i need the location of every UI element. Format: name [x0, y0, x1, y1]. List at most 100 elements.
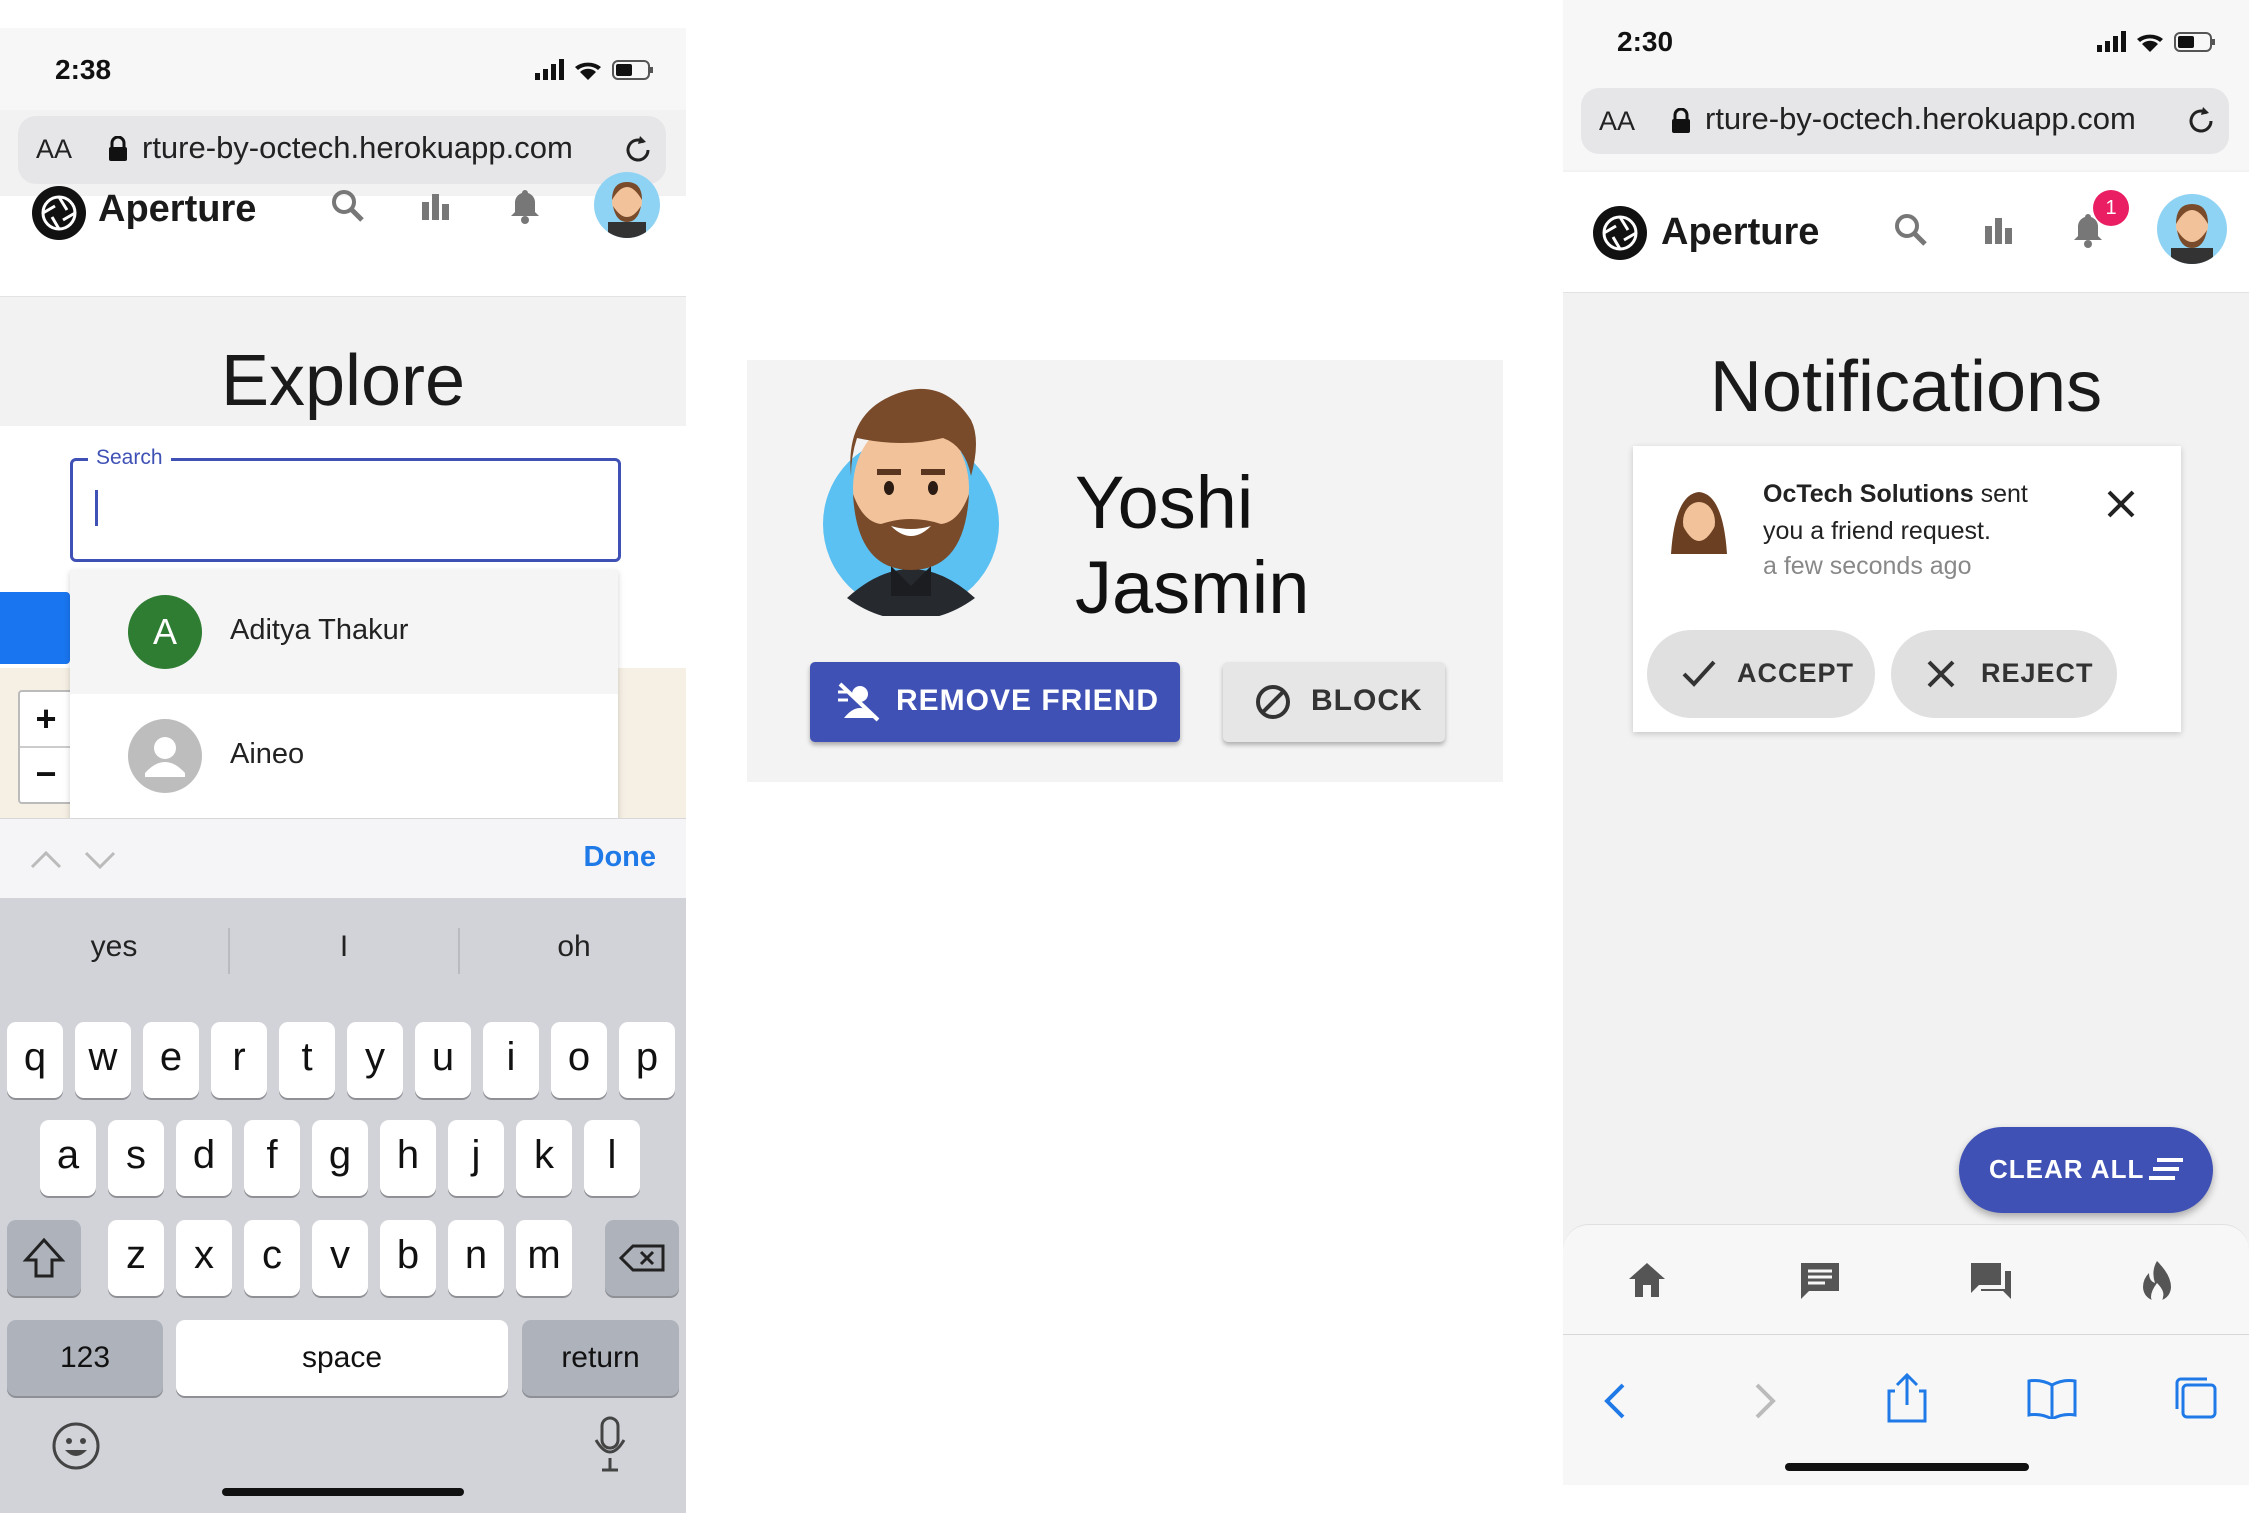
key-j[interactable]: j	[448, 1120, 504, 1196]
map-zoom-out-button[interactable]: −	[20, 748, 72, 802]
accept-button[interactable]: ACCEPT	[1647, 630, 1875, 718]
key-u[interactable]: u	[415, 1022, 471, 1098]
notification-message-part1: sent	[1973, 480, 2028, 508]
microphone-icon[interactable]	[590, 1414, 630, 1474]
block-button[interactable]: BLOCK	[1223, 662, 1445, 742]
stats-icon[interactable]	[420, 190, 452, 222]
status-indicators-icon	[2097, 31, 2215, 52]
key-n[interactable]: n	[448, 1220, 504, 1296]
notification-badge: 1	[2093, 190, 2129, 226]
keyboard: yes I oh q w e r t y u i o p a s d f g h…	[0, 898, 686, 1513]
key-f[interactable]: f	[244, 1120, 300, 1196]
reject-button[interactable]: REJECT	[1891, 630, 2117, 718]
suggestion-item-aditya[interactable]: A Aditya Thakur	[70, 570, 618, 694]
message-icon[interactable]	[1799, 1261, 1841, 1301]
keyboard-toolbar: Done	[0, 818, 686, 899]
user-avatar[interactable]	[594, 172, 660, 238]
bookmarks-icon[interactable]	[2027, 1377, 2077, 1419]
key-p[interactable]: p	[619, 1022, 675, 1098]
text-caret	[95, 490, 98, 526]
numbers-key[interactable]: 123	[7, 1320, 163, 1396]
user-avatar[interactable]	[2157, 194, 2227, 264]
reload-icon[interactable]	[2185, 105, 2217, 137]
reader-mode-button[interactable]: AA	[1599, 106, 1635, 137]
key-w[interactable]: w	[75, 1022, 131, 1098]
map-zoom-controls: + −	[18, 690, 74, 804]
key-i[interactable]: i	[483, 1022, 539, 1098]
home-icon[interactable]	[1627, 1261, 1667, 1299]
profile-avatar	[791, 376, 1031, 616]
notification-card: OcTech Solutions sent you a friend reque…	[1633, 446, 2181, 732]
home-indicator	[1785, 1463, 2029, 1471]
search-icon[interactable]	[330, 188, 366, 224]
done-button[interactable]: Done	[584, 841, 657, 874]
share-icon[interactable]	[1887, 1371, 1927, 1423]
tabs-icon[interactable]	[2173, 1375, 2219, 1421]
suggestion-item-aineo[interactable]: Aineo	[70, 694, 618, 818]
key-l[interactable]: l	[584, 1120, 640, 1196]
aperture-logo-icon	[32, 186, 86, 240]
remove-friend-icon	[838, 682, 880, 722]
key-v[interactable]: v	[312, 1220, 368, 1296]
accept-label: ACCEPT	[1737, 658, 1855, 688]
page-title: Notifications	[1709, 347, 2103, 427]
keyboard-suggestion[interactable]: I	[230, 930, 458, 964]
lock-icon	[109, 136, 127, 161]
status-time: 2:30	[1617, 26, 1674, 57]
shift-key[interactable]	[7, 1220, 81, 1296]
shift-icon	[22, 1237, 66, 1278]
search-icon[interactable]	[1893, 212, 1929, 248]
reload-icon[interactable]	[622, 134, 654, 166]
url-bar[interactable]: AA rture-by-octech.herokuapp.com	[18, 116, 666, 184]
notification-message-part2: you a friend request.	[1763, 517, 1991, 545]
search-suggestions: A Aditya Thakur Aineo	[70, 570, 618, 826]
key-e[interactable]: e	[143, 1022, 199, 1098]
return-key[interactable]: return	[522, 1320, 679, 1396]
browser-chrome: 2:30 AA rture-by-octech.herokuapp.com	[1563, 0, 2249, 170]
status-indicators-icon	[535, 59, 653, 80]
forward-icon[interactable]	[1753, 1381, 1777, 1421]
search-input[interactable]	[70, 458, 621, 562]
key-x[interactable]: x	[176, 1220, 232, 1296]
key-k[interactable]: k	[516, 1120, 572, 1196]
key-m[interactable]: m	[516, 1220, 572, 1296]
key-s[interactable]: s	[108, 1120, 164, 1196]
explore-action-button[interactable]	[0, 592, 70, 664]
back-icon[interactable]	[1603, 1381, 1627, 1421]
keyboard-suggestion[interactable]: yes	[0, 930, 228, 964]
key-a[interactable]: a	[40, 1120, 96, 1196]
key-z[interactable]: z	[108, 1220, 164, 1296]
delete-key[interactable]	[605, 1220, 679, 1296]
key-c[interactable]: c	[244, 1220, 300, 1296]
key-r[interactable]: r	[211, 1022, 267, 1098]
notification-sender: OcTech Solutions	[1763, 480, 1974, 508]
fire-icon[interactable]	[2139, 1259, 2175, 1303]
close-icon[interactable]	[2105, 488, 2137, 520]
key-t[interactable]: t	[279, 1022, 335, 1098]
key-g[interactable]: g	[312, 1120, 368, 1196]
bell-icon[interactable]	[508, 188, 542, 224]
block-label: BLOCK	[1311, 684, 1423, 717]
avatar: A	[128, 595, 202, 669]
keyboard-suggestion[interactable]: oh	[460, 930, 686, 964]
clear-all-button[interactable]: CLEAR ALL	[1959, 1127, 2213, 1213]
key-q[interactable]: q	[7, 1022, 63, 1098]
prev-next-field-icon[interactable]	[30, 847, 120, 871]
space-key[interactable]: space	[176, 1320, 508, 1396]
key-o[interactable]: o	[551, 1022, 607, 1098]
person-icon	[145, 737, 185, 777]
key-y[interactable]: y	[347, 1022, 403, 1098]
stats-icon[interactable]	[1983, 214, 2015, 246]
key-b[interactable]: b	[380, 1220, 436, 1296]
key-d[interactable]: d	[176, 1120, 232, 1196]
map-zoom-in-button[interactable]: +	[20, 692, 72, 748]
emoji-icon[interactable]	[50, 1420, 102, 1472]
suggestion-name: Aineo	[230, 738, 305, 770]
chat-icon[interactable]	[1969, 1261, 2013, 1301]
key-h[interactable]: h	[380, 1120, 436, 1196]
avatar-face-icon	[608, 182, 646, 238]
brand-name: Aperture	[98, 188, 257, 230]
reader-mode-button[interactable]: AA	[36, 134, 72, 165]
remove-friend-button[interactable]: REMOVE FRIEND	[810, 662, 1180, 742]
url-bar[interactable]: AA rture-by-octech.herokuapp.com	[1581, 88, 2229, 154]
